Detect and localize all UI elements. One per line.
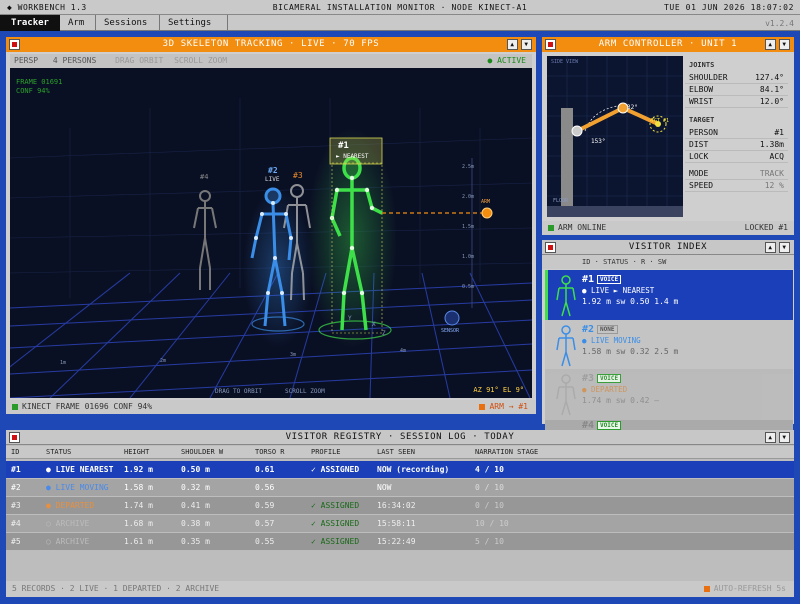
conf-overlay: CONF 94% xyxy=(16,87,50,95)
drag-hint: DRAG TO ORBIT xyxy=(215,388,262,395)
scroll-up-button[interactable]: ▲ xyxy=(765,39,776,50)
voice-tag: VOICE xyxy=(597,274,622,284)
arm-diagram xyxy=(547,56,683,217)
3d-viewport[interactable]: FRAME 01691 CONF 94% #1 ► NEAREST #2 LIV… xyxy=(10,68,532,398)
table-row[interactable]: #4 ○ ARCHIVE 1.68 m 0.38 m 0.57 ✓ ASSIGN… xyxy=(6,515,794,532)
none-tag: NONE xyxy=(597,324,618,334)
arm-upper xyxy=(576,106,624,133)
tab-arm[interactable]: Arm xyxy=(60,15,96,31)
camera-angle: AZ 91° EL 9° xyxy=(473,386,524,394)
scroll-up-button[interactable]: ▲ xyxy=(765,432,776,443)
tab-bar: Tracker Arm Sessions Settings v1.2.4 xyxy=(0,15,800,31)
viewport-toolbar: PERSP 4 PERSONS DRAG ORBIT SCROLL ZOOM ●… xyxy=(10,54,532,68)
table-row[interactable]: #1 ● LIVE NEAREST 1.92 m 0.50 m 0.61 ✓ A… xyxy=(6,461,794,478)
arm-status-bar: ARM ONLINE LOCKED #1 xyxy=(542,221,794,235)
scroll-down-button[interactable]: ▼ xyxy=(521,39,532,50)
scroll-down-button[interactable]: ▼ xyxy=(779,432,790,443)
skeleton-scene xyxy=(10,98,532,398)
visitor-card[interactable]: #3 VOICE ● DEPARTED 1.74 m sw 0.42 – xyxy=(545,369,793,423)
person-3-figure-icon xyxy=(556,374,576,416)
arm-panel-title: ARM CONTROLLER · UNIT 1 ▲ ▼ xyxy=(542,37,794,52)
voice-tag: VOICE xyxy=(597,420,622,430)
scroll-up-button[interactable]: ▲ xyxy=(765,242,776,253)
person-1-figure-icon xyxy=(556,275,576,317)
scroll-down-button[interactable]: ▼ xyxy=(779,242,790,253)
clock: TUE 01 JUN 2026 18:07:02 xyxy=(664,3,794,12)
person-2-id: #2 xyxy=(268,166,278,175)
version-label: v1.2.4 xyxy=(765,19,794,28)
refresh-led-icon xyxy=(703,585,710,592)
visitor-card[interactable]: #4 VOICE xyxy=(545,420,793,430)
table-row[interactable]: #3 ● DEPARTED 1.74 m 0.41 m 0.59 ✓ ASSIG… xyxy=(6,497,794,514)
sensor-label: SENSOR xyxy=(441,328,460,334)
person-3-id: #3 xyxy=(293,171,303,180)
panel-title: 3D SKELETON TRACKING · LIVE · 70 FPS ▲ ▼ xyxy=(6,37,536,52)
close-button[interactable] xyxy=(545,39,556,50)
target-dist: DIST 1.38m xyxy=(685,139,788,151)
orbit-hint: DRAG ORBIT xyxy=(115,56,164,65)
person-1-tag: ► NEAREST xyxy=(336,153,369,160)
visitor-registry-panel: VISITOR REGISTRY · SESSION LOG · TODAY ▲… xyxy=(6,430,794,597)
frame-overlay: FRAME 01691 xyxy=(16,78,63,86)
visitor-index-title: VISITOR INDEX ▲ ▼ xyxy=(542,240,794,255)
registry-header: ID STATUS HEIGHT SHOULDER W TORSO R PROF… xyxy=(6,446,794,459)
arm-speed: SPEED 12 % xyxy=(685,180,788,192)
target-lock: LOCK ACQ xyxy=(685,151,788,163)
person-count: 4 PERSONS xyxy=(52,56,97,65)
registry-title: VISITOR REGISTRY · SESSION LOG · TODAY ▲… xyxy=(6,430,794,445)
close-button[interactable] xyxy=(545,242,556,253)
tab-settings[interactable]: Settings xyxy=(160,15,228,31)
visitor-card[interactable]: #2 NONE ● LIVE MOVING 1.58 m sw 0.32 2.5 … xyxy=(545,320,793,374)
table-row[interactable]: #2 ● LIVE MOVING 1.58 m 0.32 m 0.56 NOW … xyxy=(6,479,794,496)
tab-tracker[interactable]: Tracker xyxy=(0,15,60,31)
scroll-down-button[interactable]: ▼ xyxy=(779,39,790,50)
joint-shoulder: SHOULDER 127.4° xyxy=(685,72,788,84)
arm-target-status: ARM → #1 xyxy=(489,402,528,411)
close-button[interactable] xyxy=(9,39,20,50)
person-4-id: #4 xyxy=(200,173,209,181)
registry-footer: 5 RECORDS · 2 LIVE · 1 DEPARTED · 2 ARCH… xyxy=(6,581,794,597)
view-mode[interactable]: PERSP xyxy=(14,56,38,65)
visitor-index-columns: ID · STATUS · R · SW xyxy=(542,255,794,269)
auto-refresh[interactable]: AUTO-REFRESH 5s xyxy=(714,584,786,593)
arm-side-view: SIDE VIEW FLOOR 153° 32° TGT #1 xyxy=(547,56,683,217)
zoom-hint: SCROLL ZOOM xyxy=(174,56,228,65)
menu-bar: ◆ WORKBENCH 1.3 BICAMERAL INSTALLATION M… xyxy=(0,0,800,15)
arm-label: ARM xyxy=(481,199,491,205)
tab-sessions[interactable]: Sessions xyxy=(96,15,160,31)
joint-wrist: WRIST 12.0° xyxy=(685,96,788,108)
target-person: PERSON #1 xyxy=(685,127,788,139)
table-row[interactable]: #5 ○ ARCHIVE 1.61 m 0.35 m 0.55 ✓ ASSIGN… xyxy=(6,533,794,550)
joint-elbow: ELBOW 84.1° xyxy=(685,84,788,96)
scroll-hint: SCROLL ZOOM xyxy=(285,388,325,395)
arm-lock-status: LOCKED #1 xyxy=(744,223,788,232)
registry-summary: 5 RECORDS · 2 LIVE · 1 DEPARTED · 2 ARCH… xyxy=(12,584,220,593)
skeleton-person-4 xyxy=(193,190,217,290)
voice-tag: VOICE xyxy=(597,373,622,383)
skeleton-status-bar: KINECT FRAME 01696 CONF 94% ARM → #1 xyxy=(6,400,536,414)
sensor-icon xyxy=(444,310,460,326)
arm-mode: MODE TRACK xyxy=(685,168,788,180)
scroll-up-button[interactable]: ▲ xyxy=(507,39,518,50)
person-2-tag: LIVE xyxy=(265,176,280,183)
active-indicator: ● ACTIVE xyxy=(487,56,526,65)
person-2-figure-icon xyxy=(556,325,576,367)
arm-base xyxy=(561,108,573,208)
arm-led-icon xyxy=(548,224,554,231)
person-1-id: #1 xyxy=(338,141,349,151)
close-button[interactable] xyxy=(9,432,20,443)
arm-led-icon xyxy=(479,403,486,410)
arm-marker-icon xyxy=(481,207,493,219)
status-led-icon xyxy=(12,403,18,410)
visitor-card[interactable]: #1 VOICE ● LIVE ► NEAREST 1.92 m sw 0.50 … xyxy=(545,270,793,324)
joints-table: JOINTS SHOULDER 127.4° ELBOW 84.1° WRIST 12… xyxy=(685,58,788,192)
